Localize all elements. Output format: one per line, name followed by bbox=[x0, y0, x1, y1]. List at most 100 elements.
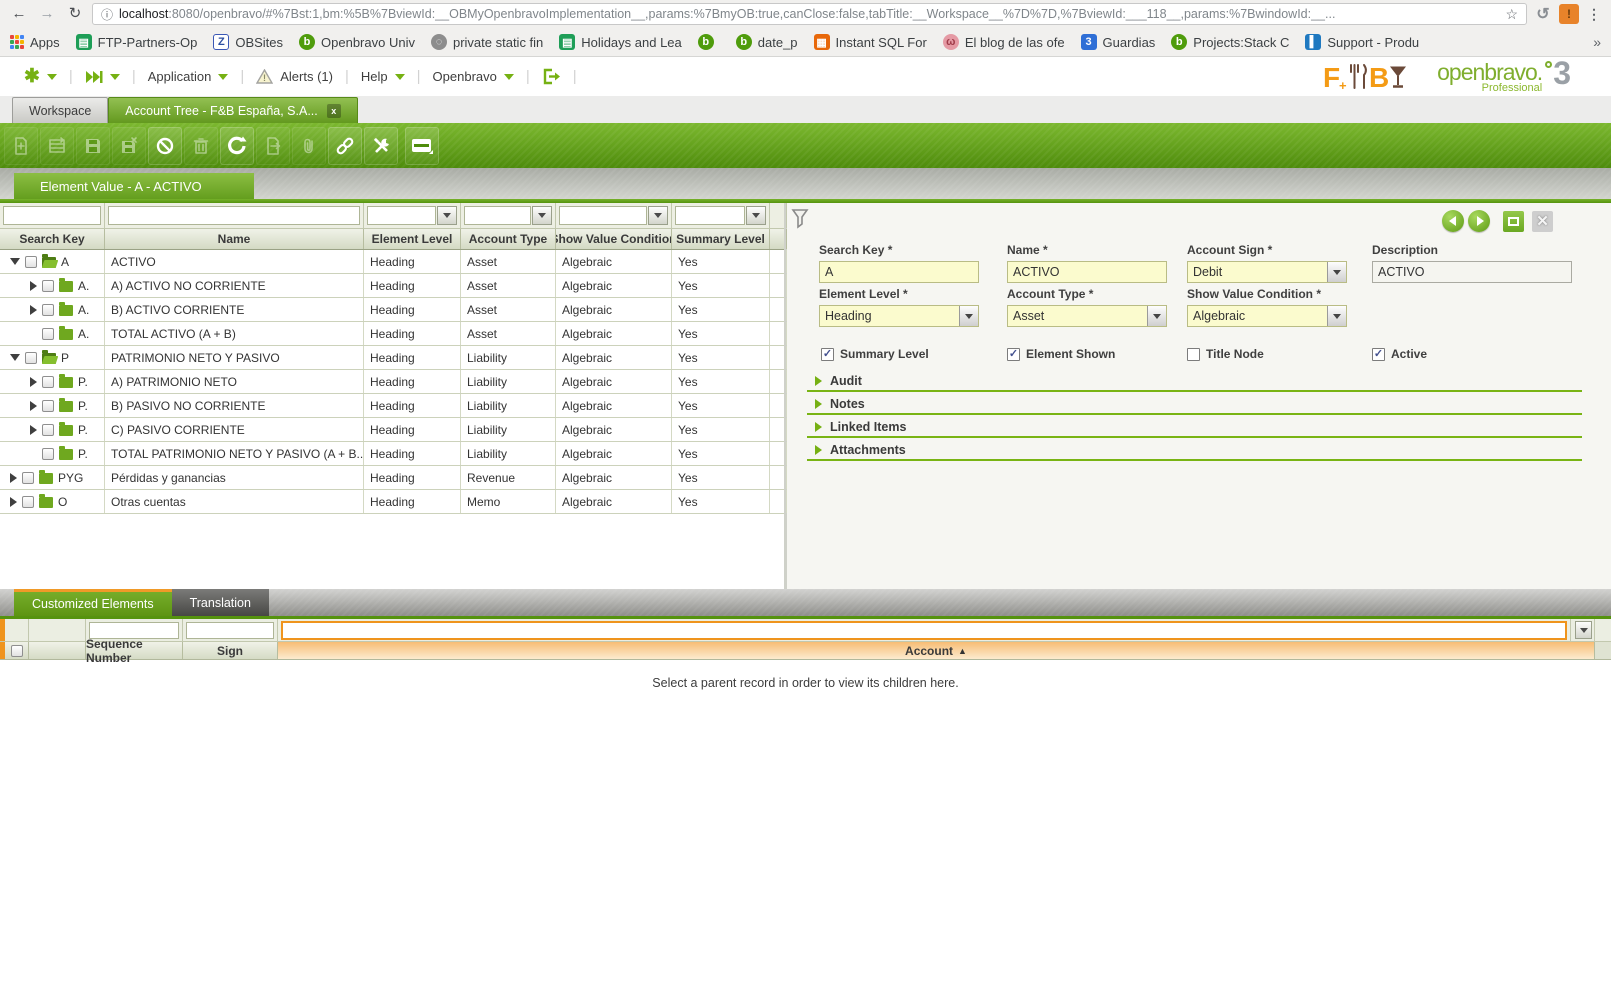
dropdown-arrow-icon[interactable] bbox=[1147, 306, 1166, 326]
history-extension-icon[interactable]: ↺ bbox=[1533, 4, 1553, 24]
tree-expander-icon[interactable] bbox=[30, 449, 37, 459]
column-header-element-level[interactable]: Element Level bbox=[364, 229, 461, 249]
next-record-button[interactable] bbox=[1468, 210, 1490, 232]
column-header-sign[interactable]: Sign bbox=[183, 642, 278, 659]
filter-input[interactable] bbox=[3, 206, 101, 225]
filter-input[interactable] bbox=[186, 622, 274, 639]
table-row[interactable]: P PATRIMONIO NETO Y PASIVO Heading Liabi… bbox=[0, 346, 784, 370]
row-checkbox[interactable] bbox=[42, 376, 54, 388]
filter-name[interactable] bbox=[105, 203, 364, 228]
filter-input[interactable] bbox=[108, 206, 360, 225]
table-row[interactable]: A. TOTAL ACTIVO (A + B) Heading Asset Al… bbox=[0, 322, 784, 346]
processes-button[interactable] bbox=[364, 127, 398, 165]
column-header-account[interactable]: Account ▲ bbox=[278, 642, 1595, 659]
dropdown-arrow-icon[interactable] bbox=[1327, 306, 1346, 326]
tab-customized-elements[interactable]: Customized Elements bbox=[14, 589, 172, 616]
close-form-button[interactable]: ✕ bbox=[1532, 211, 1553, 232]
collapsible-section[interactable]: Linked Items bbox=[807, 417, 1582, 438]
alerts-menu[interactable]: ! Alerts (1) bbox=[244, 69, 345, 84]
row-checkbox[interactable] bbox=[25, 352, 37, 364]
tree-expander-icon[interactable] bbox=[10, 354, 20, 361]
page-info-icon[interactable]: ⓘ bbox=[101, 6, 113, 23]
tree-expander-icon[interactable] bbox=[30, 329, 37, 339]
tree-expander-icon[interactable] bbox=[30, 281, 37, 291]
dropdown-arrow-icon[interactable] bbox=[1327, 262, 1346, 282]
tab-account-tree[interactable]: Account Tree - F&B España, S.A... x bbox=[108, 97, 357, 123]
filter-input[interactable] bbox=[559, 206, 647, 225]
filter-account[interactable] bbox=[278, 619, 1571, 641]
checkbox-icon[interactable] bbox=[1372, 348, 1385, 361]
table-row[interactable]: P. C) PASIVO CORRIENTE Heading Liability… bbox=[0, 418, 784, 442]
table-row[interactable]: P. A) PATRIMONIO NETO Heading Liability … bbox=[0, 370, 784, 394]
filter-dropdown-icon[interactable] bbox=[746, 206, 766, 225]
search-key-input[interactable] bbox=[819, 261, 979, 283]
filter-account-type[interactable] bbox=[461, 203, 556, 228]
delete-button[interactable] bbox=[184, 127, 218, 165]
bookmarks-overflow-icon[interactable]: » bbox=[1593, 34, 1601, 50]
table-row[interactable]: A ACTIVO Heading Asset Algebraic Yes bbox=[0, 250, 784, 274]
collapsible-section[interactable]: Audit bbox=[807, 371, 1582, 392]
column-header-search-key[interactable]: Search Key bbox=[0, 229, 105, 249]
bookmark-item[interactable]: ▤ FTP-Partners-Op bbox=[76, 34, 198, 50]
tree-expander-icon[interactable] bbox=[30, 401, 37, 411]
tree-expander-icon[interactable] bbox=[10, 473, 17, 483]
bookmark-item[interactable]: 3 Guardias bbox=[1081, 34, 1156, 50]
section-expand-icon[interactable] bbox=[815, 445, 822, 455]
bookmark-item[interactable]: b bbox=[698, 34, 720, 50]
back-icon[interactable]: ← bbox=[8, 3, 30, 25]
new-record-button[interactable] bbox=[4, 127, 38, 165]
row-checkbox[interactable] bbox=[42, 328, 54, 340]
name-input[interactable] bbox=[1007, 261, 1167, 283]
summary-level-checkbox[interactable]: Summary Level bbox=[821, 347, 929, 361]
workspace-menu[interactable]: ✱ bbox=[12, 67, 69, 86]
select-all-checkbox[interactable] bbox=[11, 645, 23, 657]
filter-funnel-icon[interactable] bbox=[791, 208, 811, 235]
table-row[interactable]: A. B) ACTIVO CORRIENTE Heading Asset Alg… bbox=[0, 298, 784, 322]
active-checkbox[interactable]: Active bbox=[1372, 347, 1427, 361]
filter-input[interactable] bbox=[367, 206, 436, 225]
table-row[interactable]: O Otras cuentas Heading Memo Algebraic Y… bbox=[0, 490, 784, 514]
maximize-button[interactable] bbox=[1503, 211, 1524, 232]
checkbox-icon[interactable] bbox=[821, 348, 834, 361]
filter-summary-level[interactable] bbox=[672, 203, 770, 228]
column-header-sequence-number[interactable]: Sequence Number bbox=[86, 642, 183, 659]
account-sign-select[interactable]: Debit bbox=[1187, 261, 1347, 283]
section-expand-icon[interactable] bbox=[815, 399, 822, 409]
account-type-select[interactable]: Asset bbox=[1007, 305, 1167, 327]
element-shown-checkbox[interactable]: Element Shown bbox=[1007, 347, 1115, 361]
column-header-summary-level[interactable]: Summary Level bbox=[672, 229, 770, 249]
row-checkbox[interactable] bbox=[42, 424, 54, 436]
filter-element-level[interactable] bbox=[364, 203, 461, 228]
column-header-show-value-condition[interactable]: Show Value Condition bbox=[556, 229, 672, 249]
logout-button[interactable] bbox=[530, 68, 573, 85]
bookmark-item[interactable]: b Projects:Stack C bbox=[1171, 34, 1289, 50]
bookmark-apps[interactable]: Apps bbox=[10, 35, 60, 50]
row-checkbox[interactable] bbox=[25, 256, 37, 268]
bookmark-item[interactable]: ω El blog de las ofe bbox=[943, 34, 1065, 50]
address-bar[interactable]: ⓘ localhost:8080/openbravo/#%7Bst:1,bm:%… bbox=[92, 3, 1527, 25]
attachments-button[interactable] bbox=[292, 127, 326, 165]
tab-workspace[interactable]: Workspace bbox=[12, 97, 108, 123]
table-row[interactable]: A. A) ACTIVO NO CORRIENTE Heading Asset … bbox=[0, 274, 784, 298]
section-expand-icon[interactable] bbox=[815, 376, 822, 386]
filter-sign[interactable] bbox=[183, 619, 278, 641]
row-checkbox[interactable] bbox=[42, 400, 54, 412]
show-value-condition-select[interactable]: Algebraic bbox=[1187, 305, 1347, 327]
reload-icon[interactable]: ↻ bbox=[64, 3, 86, 25]
extension-icon[interactable]: ! bbox=[1559, 4, 1579, 24]
row-checkbox[interactable] bbox=[22, 472, 34, 484]
checkbox-icon[interactable] bbox=[1187, 348, 1200, 361]
tree-expander-icon[interactable] bbox=[10, 258, 20, 265]
row-checkbox[interactable] bbox=[42, 304, 54, 316]
bookmark-item[interactable]: ▦ Instant SQL For bbox=[814, 34, 927, 50]
new-row-button[interactable] bbox=[40, 127, 74, 165]
bookmark-item[interactable]: ▤ Holidays and Lea bbox=[559, 34, 681, 50]
filter-input[interactable] bbox=[675, 206, 745, 225]
application-menu[interactable]: Application bbox=[136, 69, 241, 84]
filter-dropdown-icon[interactable] bbox=[437, 206, 457, 225]
quick-launch-menu[interactable] bbox=[73, 70, 132, 84]
bookmark-item[interactable]: ◌ private static fin bbox=[431, 34, 543, 50]
tree-expander-icon[interactable] bbox=[10, 497, 17, 507]
bookmark-item[interactable]: ▌ Support - Produ bbox=[1305, 34, 1419, 50]
row-checkbox[interactable] bbox=[42, 448, 54, 460]
